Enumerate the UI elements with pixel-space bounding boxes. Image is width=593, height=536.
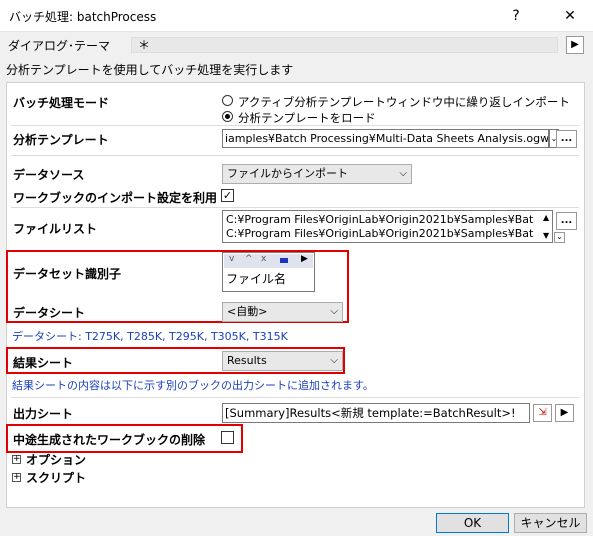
output-sheet-input[interactable]: [Summary]Results<新規 template:=BatchResul… [222,403,530,423]
scroll-up-icon[interactable]: ▲ [543,213,549,222]
select-range-icon: ⇲ [538,407,547,418]
chevron-up-icon[interactable]: ^ [245,254,253,264]
file-line: C:¥Program Files¥OriginLab¥Origin2021b¥S… [226,227,534,240]
template-path-input[interactable]: iamples¥Batch Processing¥Multi-Data Shee… [222,129,549,148]
checkmark-icon: ✓ [222,189,233,202]
mode-radio-load[interactable] [222,111,233,122]
title-bar: バッチ処理: batchProcess ? ✕ [0,0,593,32]
delete-intermediate-label: 中途生成されたワークブックの削除 [13,433,206,447]
datasheet-select[interactable]: <自動> ⌵ [222,302,343,322]
filelist-label: ファイルリスト [13,222,98,236]
insert-icon[interactable] [280,258,288,263]
file-line: C:¥Program Files¥OriginLab¥Origin2021b¥S… [226,213,534,226]
divider [11,155,579,156]
chevron-down-icon: ⌵ [399,168,407,179]
delete-intermediate-checkbox[interactable] [221,431,234,444]
result-sheet-value: Results [227,354,267,367]
datasheet-label: データシート [13,306,86,320]
scroll-down-icon[interactable]: ▼ [543,231,549,240]
dialog-description: 分析テンプレートを使用してバッチ処理を実行します [6,63,294,77]
chevron-down-icon: ⌵ [330,355,338,366]
chevron-down-icon[interactable]: v [229,254,234,264]
close-icon[interactable]: x [261,254,266,264]
template-label: 分析テンプレート [13,133,109,147]
window-title: バッチ処理: batchProcess [9,10,157,24]
result-sheet-label: 結果シート [13,356,74,370]
mode-radio-repeat[interactable] [222,95,233,106]
section-options[interactable]: オプション [26,451,86,468]
result-sheet-select[interactable]: Results ⌵ [222,351,343,371]
mode-option-repeat-label: アクティブ分析テンプレートウィンドウ中に繰り返しインポート [238,95,570,109]
output-menu-button[interactable]: ▶ [555,404,574,422]
theme-menu-button[interactable]: ▶ [566,36,584,54]
output-sheet-value: [Summary]Results<新規 template:=BatchResul… [225,406,516,420]
import-settings-label: ワークブックのインポート設定を利用 [13,191,218,205]
template-path-text: iamples¥Batch Processing¥Multi-Data Shee… [225,132,549,145]
play-icon[interactable]: ▶ [301,254,308,264]
template-browse-button[interactable]: ... [556,130,577,148]
dataset-toolbar: v ^ x ▶ [224,254,313,268]
theme-label: ダイアログ･テーマ [8,39,111,53]
datasource-label: データソース [13,168,85,182]
play-icon: ▶ [560,407,569,418]
filelist-browse-button[interactable]: ... [556,212,577,230]
expand-icon[interactable]: + [12,455,21,464]
output-sheet-label: 出力シート [13,407,74,421]
datasheet-value: <自動> [227,305,268,318]
ok-button[interactable]: OK [436,513,509,533]
mode-label: バッチ処理モード [13,96,110,110]
section-script[interactable]: スクリプト [26,469,86,486]
import-settings-checkbox[interactable]: ✓ [221,189,234,202]
divider [11,125,579,126]
expand-icon[interactable]: + [12,473,21,482]
filelist-expand-button[interactable]: ⌄ [554,232,565,243]
datasource-value: ファイルからインポート [227,167,348,180]
divider [11,207,579,208]
help-button[interactable]: ? [493,0,539,32]
dataset-id-listbox[interactable]: v ^ x ▶ ファイル名 [222,252,315,292]
divider [11,397,579,398]
theme-input[interactable]: ＊ [131,37,558,53]
mode-option-load-label: 分析テンプレートをロード [238,111,376,125]
filelist-box[interactable]: C:¥Program Files¥OriginLab¥Origin2021b¥S… [222,210,553,243]
dataset-id-value: ファイル名 [226,272,287,286]
close-button[interactable]: ✕ [547,0,593,32]
select-range-button[interactable]: ⇲ [533,404,552,422]
play-icon: ▶ [571,39,579,50]
datasource-select[interactable]: ファイルからインポート ⌵ [222,164,412,184]
dataset-id-label: データセット識別子 [13,267,122,281]
chevron-down-icon: ⌵ [330,306,338,317]
cancel-button[interactable]: キャンセル [514,513,587,533]
datasheet-note: データシート: T275K, T285K, T295K, T305K, T315… [12,330,288,343]
result-sheet-note: 結果シートの内容は以下に示す別のブックの出力シートに追加されます。 [12,379,374,392]
